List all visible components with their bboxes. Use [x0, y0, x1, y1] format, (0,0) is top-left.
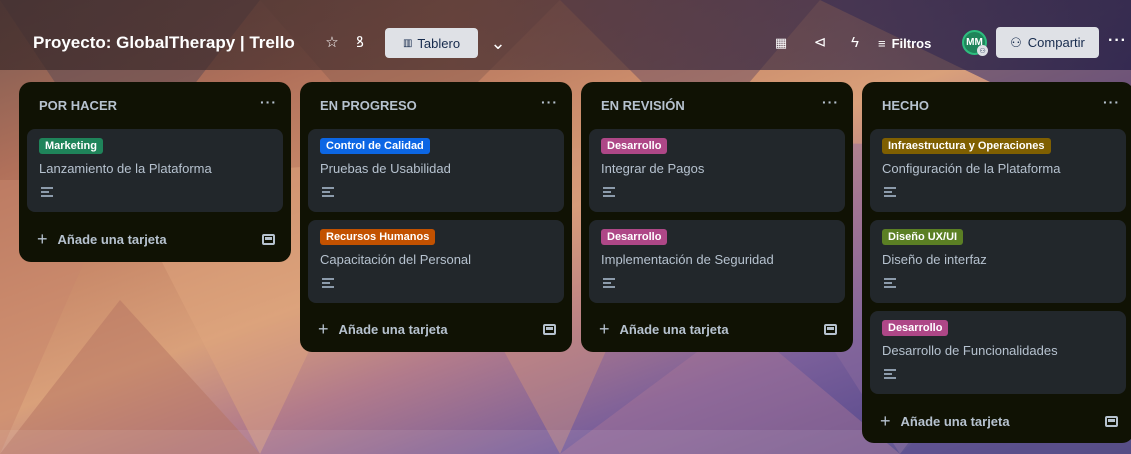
share-icon: ⚇	[1010, 34, 1022, 50]
filters-button[interactable]: ≡ Filtros	[878, 33, 931, 53]
list-en-progreso: EN PROGRESO ··· Control de Calidad Prueb…	[300, 82, 572, 352]
add-card-button[interactable]: + Añade una tarjeta	[599, 319, 729, 339]
add-card-label: Añade una tarjeta	[57, 231, 167, 247]
share-button[interactable]: ⚇ Compartir	[996, 27, 1099, 58]
plus-icon: +	[880, 410, 891, 431]
card-title: Capacitación del Personal	[320, 252, 472, 267]
star-icon[interactable]: ☆	[322, 33, 342, 53]
card[interactable]: Desarrollo Desarrollo de Funcionalidades	[870, 311, 1126, 394]
card-title: Implementación de Seguridad	[601, 252, 774, 267]
list-menu-icon[interactable]: ···	[1103, 94, 1120, 110]
board-header: Proyecto: GlobalTherapy | Trello ☆ ꝸ ▥ T…	[0, 0, 1131, 70]
plus-icon: +	[37, 228, 48, 249]
card-template-icon[interactable]	[824, 324, 837, 335]
card-label: Infraestructura y Operaciones	[882, 138, 1051, 154]
card-template-icon[interactable]	[1105, 416, 1118, 427]
plus-icon: +	[599, 318, 610, 339]
card-template-icon[interactable]	[543, 324, 556, 335]
description-icon	[884, 187, 896, 197]
filters-label: Filtros	[891, 35, 932, 51]
admin-badge-icon: ⚇	[977, 45, 988, 56]
description-icon	[884, 369, 896, 379]
card[interactable]: Recursos Humanos Capacitación del Person…	[308, 220, 564, 303]
description-icon	[884, 278, 896, 288]
add-card-label: Añade una tarjeta	[619, 321, 729, 337]
list-title[interactable]: EN REVISIÓN	[601, 98, 685, 113]
list-title[interactable]: POR HACER	[39, 98, 117, 113]
list-menu-icon[interactable]: ···	[541, 94, 558, 110]
chevron-down-icon[interactable]: ⌄	[488, 33, 508, 53]
filter-icon: ≡	[878, 35, 886, 51]
board-view-button[interactable]: ▥ Tablero	[385, 28, 478, 58]
card-label: Desarrollo	[601, 138, 668, 154]
plus-icon: +	[318, 318, 329, 339]
card-title: Diseño de interfaz	[882, 252, 987, 267]
board-title[interactable]: Proyecto: GlobalTherapy | Trello	[33, 33, 295, 53]
card-title: Lanzamiento de la Plataforma	[39, 161, 212, 176]
add-card-button[interactable]: + Añade una tarjeta	[318, 319, 448, 339]
card-label: Control de Calidad	[320, 138, 430, 154]
card-template-icon[interactable]	[262, 234, 275, 245]
card-title: Configuración de la Plataforma	[882, 161, 1061, 176]
board-menu-icon[interactable]: ···	[1108, 32, 1127, 50]
card[interactable]: Control de Calidad Pruebas de Usabilidad	[308, 129, 564, 212]
card-label: Recursos Humanos	[320, 229, 436, 245]
list-por-hacer: POR HACER ··· Marketing Lanzamiento de l…	[19, 82, 291, 262]
board-view-icon: ▥	[402, 37, 413, 49]
description-icon	[322, 278, 334, 288]
card-title: Integrar de Pagos	[601, 161, 705, 176]
card-label: Desarrollo	[601, 229, 668, 245]
add-card-label: Añade una tarjeta	[338, 321, 448, 337]
add-card-label: Añade una tarjeta	[900, 413, 1010, 429]
list-title[interactable]: HECHO	[882, 98, 929, 113]
add-card-button[interactable]: + Añade una tarjeta	[880, 411, 1010, 431]
workspace-visibility-icon[interactable]: ꝸ	[350, 33, 370, 53]
list-menu-icon[interactable]: ···	[260, 94, 277, 110]
send-icon[interactable]: ⊲	[810, 33, 830, 53]
list-menu-icon[interactable]: ···	[822, 94, 839, 110]
list-title[interactable]: EN PROGRESO	[320, 98, 417, 113]
power-ups-icon[interactable]: ϟ	[845, 33, 865, 53]
description-icon	[41, 187, 53, 197]
avatar[interactable]: MM ⚇	[962, 30, 988, 56]
share-label: Compartir	[1027, 35, 1085, 50]
card-label: Diseño UX/UI	[882, 229, 964, 245]
calendar-icon[interactable]: ▦	[771, 33, 791, 53]
card[interactable]: Desarrollo Integrar de Pagos	[589, 129, 845, 212]
add-card-button[interactable]: + Añade una tarjeta	[37, 229, 167, 249]
list-en-revision: EN REVISIÓN ··· Desarrollo Integrar de P…	[581, 82, 853, 352]
board-view-label: Tablero	[417, 35, 461, 51]
card-title: Desarrollo de Funcionalidades	[882, 343, 1058, 358]
description-icon	[322, 187, 334, 197]
card-label: Desarrollo	[882, 320, 949, 336]
card-label: Marketing	[39, 138, 103, 154]
card[interactable]: Desarrollo Implementación de Seguridad	[589, 220, 845, 303]
list-hecho: HECHO ··· Infraestructura y Operaciones …	[862, 82, 1131, 443]
card[interactable]: Diseño UX/UI Diseño de interfaz	[870, 220, 1126, 303]
card[interactable]: Marketing Lanzamiento de la Plataforma	[27, 129, 283, 212]
description-icon	[603, 278, 615, 288]
card[interactable]: Infraestructura y Operaciones Configurac…	[870, 129, 1126, 212]
card-title: Pruebas de Usabilidad	[320, 161, 451, 176]
description-icon	[603, 187, 615, 197]
